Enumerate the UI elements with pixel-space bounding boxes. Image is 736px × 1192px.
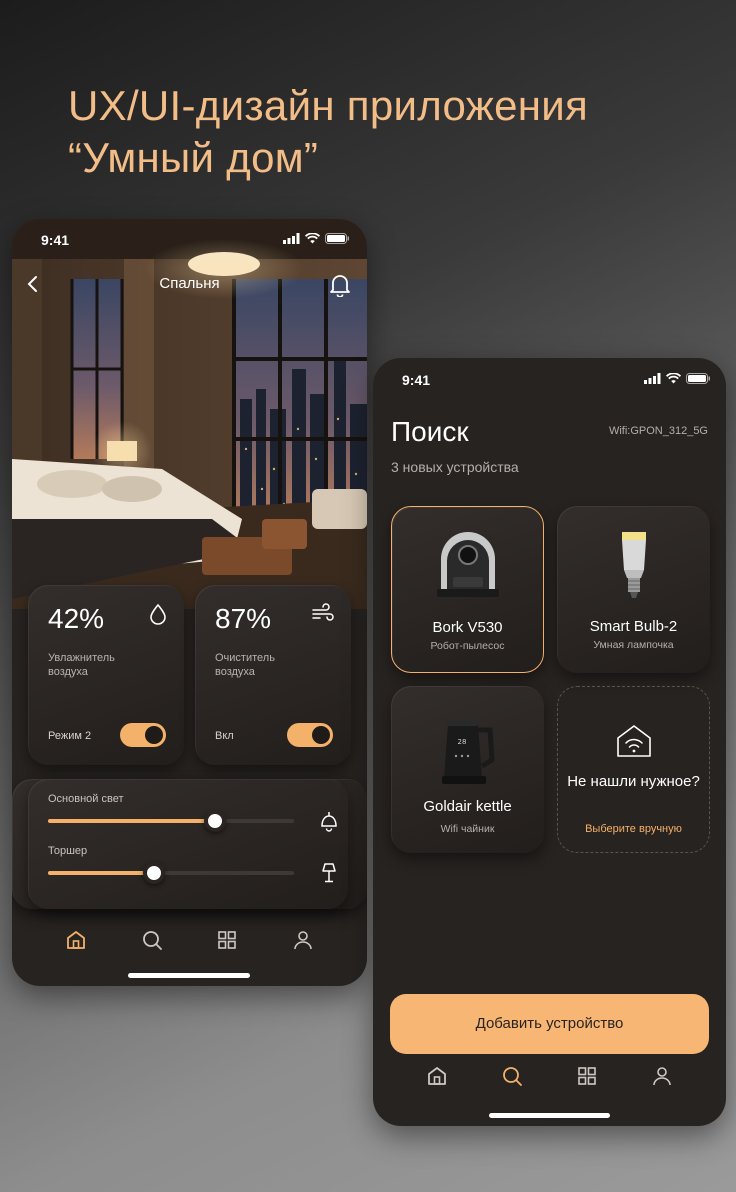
device-type: Умная лампочка	[593, 639, 674, 651]
grid-icon	[578, 1066, 596, 1085]
floor-lamp-label: Торшер	[48, 845, 88, 857]
room-title: Спальня	[159, 275, 220, 292]
purifier-label: Очиститель воздуха	[215, 652, 275, 678]
search-icon	[142, 930, 162, 950]
bottom-nav	[373, 1063, 726, 1093]
manual-select-card[interactable]: Не нашли нужное? Выберите вручную	[557, 686, 710, 853]
purifier-value: 87%	[215, 603, 272, 634]
room-header: Спальня	[12, 271, 367, 301]
smart-home-wifi-icon	[615, 723, 653, 764]
grid-icon	[218, 930, 237, 949]
floor-lamp-icon	[318, 862, 340, 889]
humidifier-toggle[interactable]	[120, 723, 166, 747]
floor-lamp-fill	[48, 871, 154, 875]
nav-profile-button[interactable]	[292, 929, 314, 956]
not-found-question: Не нашли нужное?	[567, 773, 700, 790]
lights-panel: Основной свет Торшер	[28, 779, 348, 909]
device-card-kettle[interactable]: 28 Goldair kettle Wifi чайник	[391, 686, 544, 853]
smart-bulb-image	[616, 528, 652, 607]
status-bar: 9:41	[373, 358, 726, 398]
device-type: Wifi чайник	[440, 823, 495, 835]
notifications-button[interactable]	[329, 273, 351, 302]
user-icon	[294, 930, 312, 949]
floor-lamp-slider[interactable]	[48, 862, 294, 884]
headline-line-2: “Умный дом”	[68, 134, 319, 181]
user-icon	[653, 1066, 672, 1085]
page-title: Поиск	[391, 416, 469, 447]
kettle-image: 28	[438, 714, 498, 791]
phone-bedroom-screen: 9:41 Спальня 42% Увлажнитель воздуха Реж…	[12, 219, 367, 986]
device-name: Bork V530	[432, 619, 503, 636]
kettle-display: 28	[457, 738, 466, 746]
status-icons	[283, 233, 349, 244]
battery-icon	[686, 373, 710, 384]
purifier-toggle[interactable]	[287, 723, 333, 747]
bedroom-photo: 9:41 Спальня	[12, 219, 367, 609]
wifi-icon	[666, 373, 681, 384]
status-icons	[644, 373, 710, 384]
status-time: 9:41	[41, 232, 70, 248]
status-bar: 9:41	[12, 219, 367, 259]
wifi-icon	[305, 233, 320, 244]
search-icon	[502, 1066, 522, 1086]
add-device-button[interactable]: Добавить устройство	[390, 994, 709, 1054]
humidifier-card[interactable]: 42% Увлажнитель воздуха Режим 2	[28, 585, 184, 765]
headline: UX/UI-дизайн приложения “Умный дом”	[68, 80, 588, 184]
home-indicator	[489, 1113, 610, 1118]
home-indicator	[128, 973, 250, 978]
battery-icon	[325, 233, 349, 244]
found-devices-count: 3 новых устройства	[391, 459, 519, 475]
floor-lamp-thumb[interactable]	[142, 862, 165, 884]
bottom-nav	[12, 927, 367, 957]
toggle-knob	[312, 726, 330, 744]
device-card-bork[interactable]: Bork V530 Робот-пылесос	[391, 506, 544, 673]
device-name: Goldair kettle	[423, 798, 512, 815]
humidifier-value: 42%	[48, 603, 105, 634]
toggle-knob	[145, 726, 163, 744]
select-manually-link[interactable]: Выберите вручную	[558, 823, 709, 835]
wifi-network-label: Wifi:GPON_312_5G	[608, 425, 708, 437]
nav-profile-button[interactable]	[651, 1065, 673, 1092]
nav-home-button[interactable]	[426, 1065, 448, 1092]
nav-search-button[interactable]	[501, 1065, 523, 1092]
humidifier-label: Увлажнитель воздуха	[48, 652, 115, 678]
main-light-slider[interactable]	[48, 810, 294, 832]
ceiling-lamp-icon	[318, 810, 340, 837]
robot-vacuum-image	[433, 529, 503, 606]
status-time: 9:41	[402, 372, 431, 388]
main-light-label: Основной свет	[48, 793, 124, 805]
nav-devices-button[interactable]	[216, 929, 238, 956]
phone-search-screen: 9:41 Поиск Wifi:GPON_312_5G 3 новых устр…	[373, 358, 726, 1126]
main-light-thumb[interactable]	[204, 810, 227, 832]
signal-icon	[283, 233, 300, 244]
nav-home-button[interactable]	[65, 929, 87, 956]
nav-devices-button[interactable]	[576, 1065, 598, 1092]
droplet-icon	[148, 603, 168, 630]
device-name: Smart Bulb-2	[589, 618, 678, 635]
headline-line-1: UX/UI-дизайн приложения	[68, 82, 589, 129]
main-light-fill	[48, 819, 216, 823]
device-type: Робот-пылесос	[430, 640, 505, 652]
bell-icon	[330, 275, 350, 298]
home-icon	[66, 930, 85, 949]
home-icon	[427, 1066, 446, 1085]
nav-search-button[interactable]	[141, 929, 163, 956]
humidifier-mode: Режим 2	[48, 730, 92, 742]
signal-icon	[644, 373, 661, 384]
device-card-bulb[interactable]: Smart Bulb-2 Умная лампочка	[557, 506, 710, 673]
wind-icon	[311, 603, 335, 628]
purifier-mode: Вкл	[215, 730, 234, 742]
purifier-card[interactable]: 87% Очиститель воздуха Вкл	[195, 585, 351, 765]
